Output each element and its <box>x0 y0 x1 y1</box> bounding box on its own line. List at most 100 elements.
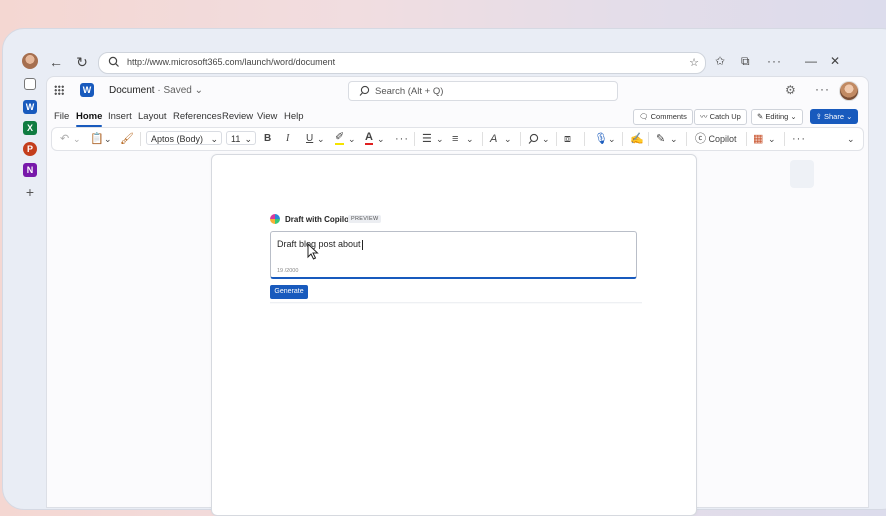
search-icon <box>359 85 370 96</box>
onenote-app-icon[interactable]: N <box>23 163 37 177</box>
app-launcher-icon[interactable] <box>54 85 64 95</box>
tabs-icon[interactable] <box>24 78 36 90</box>
menu-insert[interactable]: Insert <box>108 111 132 122</box>
copilot-prompt-text: Draft blog post about <box>277 239 363 250</box>
catch-up-label: Catch Up <box>709 112 741 121</box>
bold-button[interactable]: B <box>264 132 271 146</box>
ribbon-divider <box>520 132 521 146</box>
character-count: 19 /2000 <box>277 268 299 274</box>
favorites-icon[interactable]: ✩ <box>715 54 725 68</box>
comments-label: Comments <box>650 112 687 121</box>
favorite-star-icon[interactable]: ☆ <box>689 56 699 69</box>
app-search-box[interactable]: Search (Alt + Q) <box>348 81 618 101</box>
ribbon-divider <box>556 132 557 146</box>
powerpoint-app-icon[interactable]: P <box>23 142 37 156</box>
find-icon[interactable] <box>528 133 540 145</box>
ribbon-divider <box>648 132 649 146</box>
preview-badge: PREVIEW <box>348 215 382 223</box>
table-grid-icon[interactable]: ▦ <box>753 132 763 146</box>
editor-icon[interactable]: ✍ <box>630 132 644 146</box>
font-color-dropdown-icon[interactable]: ⌄ <box>377 132 385 146</box>
menu-review[interactable]: Review <box>222 111 253 122</box>
ribbon-divider <box>622 132 623 146</box>
copilot-icon: ⓒ <box>695 133 706 145</box>
chevron-down-icon: ⌄ <box>210 134 218 144</box>
menu-file[interactable]: File <box>54 111 69 122</box>
close-icon[interactable]: ✕ <box>830 54 840 68</box>
paste-dropdown-icon[interactable]: ⌄ <box>104 132 112 146</box>
document-save-status: · Saved ⌄ <box>157 85 203 96</box>
more-options-icon[interactable]: ··· <box>815 82 830 96</box>
font-name-dropdown[interactable]: Aptos (Body) ⌄ <box>146 131 222 145</box>
menu-help[interactable]: Help <box>284 111 304 122</box>
reuse-files-icon[interactable]: ⧈ <box>564 132 571 146</box>
styles-dropdown-icon[interactable]: ⌄ <box>504 132 512 146</box>
menu-references[interactable]: References <box>173 111 222 122</box>
undo-dropdown-icon[interactable]: ⌄ <box>73 132 81 146</box>
align-dropdown-icon[interactable]: ⌄ <box>466 132 474 146</box>
highlight-icon[interactable]: ✐ <box>335 132 345 145</box>
align-icon[interactable]: ≡ <box>452 132 458 146</box>
editing-label: Editing ⌄ <box>765 112 797 121</box>
browser-profile-avatar[interactable] <box>22 53 38 69</box>
gear-icon[interactable]: ⚙ <box>785 83 796 97</box>
back-icon[interactable]: ← <box>47 53 65 71</box>
catch-up-icon: 〰 <box>700 112 708 121</box>
format-painter-icon[interactable]: 🖌 <box>120 132 134 146</box>
ribbon-divider <box>784 132 785 146</box>
ribbon-toolbar: ↶ ⌄ 📋 ⌄ 🖌 Aptos (Body) ⌄ 11 ⌄ B I U ⌄ ✐ … <box>51 127 864 151</box>
share-button[interactable]: ⇪ Share ⌄ <box>810 109 858 124</box>
paste-icon[interactable]: 📋 <box>90 132 104 146</box>
copilot-button[interactable]: ⓒ Copilot <box>695 132 737 146</box>
excel-app-icon[interactable]: X <box>23 121 37 135</box>
menu-layout[interactable]: Layout <box>138 111 167 122</box>
find-dropdown-icon[interactable]: ⌄ <box>542 132 550 146</box>
undo-icon[interactable]: ↶ <box>60 132 69 146</box>
search-placeholder: Search (Alt + Q) <box>375 86 444 97</box>
dictate-dropdown-icon[interactable]: ⌄ <box>608 132 616 146</box>
document-title[interactable]: Document · Saved ⌄ <box>109 85 203 96</box>
user-avatar[interactable] <box>839 81 859 101</box>
panel-shadow <box>270 302 642 304</box>
app-title-bar: W Document · Saved ⌄ Search (Alt + Q) ⚙ … <box>47 77 868 105</box>
highlight-dropdown-icon[interactable]: ⌄ <box>348 132 356 146</box>
menu-view[interactable]: View <box>257 111 277 122</box>
collections-icon[interactable]: ⧉ <box>741 54 750 69</box>
ribbon-divider <box>746 132 747 146</box>
more-ribbon-icon[interactable]: ··· <box>792 132 806 146</box>
add-app-icon[interactable]: + <box>23 185 37 199</box>
ribbon-divider <box>140 132 141 146</box>
catch-up-button[interactable]: 〰 Catch Up <box>694 109 747 125</box>
ribbon-divider <box>482 132 483 146</box>
more-font-options-icon[interactable]: ··· <box>395 132 409 146</box>
italic-button[interactable]: I <box>286 132 289 146</box>
ribbon-divider <box>584 132 585 146</box>
copilot-prompt-input[interactable]: Draft blog post about 19 /2000 <box>270 231 637 279</box>
bullets-icon[interactable]: ☰ <box>422 132 432 146</box>
table-dropdown-icon[interactable]: ⌄ <box>768 132 776 146</box>
editing-mode-button[interactable]: ✎ Editing ⌄ <box>751 109 803 125</box>
mouse-cursor-icon <box>307 243 319 260</box>
document-page[interactable] <box>211 154 697 516</box>
generate-button[interactable]: Generate <box>270 285 308 299</box>
dictate-icon[interactable]: 🎙 <box>594 132 608 146</box>
address-bar[interactable]: http://www.microsoft365.com/launch/word/… <box>98 52 706 74</box>
word-app-icon[interactable]: W <box>23 100 37 114</box>
search-icon <box>108 56 119 67</box>
underline-button[interactable]: U <box>306 132 313 146</box>
font-color-icon[interactable]: A <box>365 132 373 145</box>
font-size-dropdown[interactable]: 11 ⌄ <box>226 131 256 145</box>
url-text: http://www.microsoft365.com/launch/word/… <box>127 57 336 67</box>
underline-dropdown-icon[interactable]: ⌄ <box>317 132 325 146</box>
minimize-icon[interactable]: — <box>805 54 817 68</box>
expand-ribbon-icon[interactable]: ⌄ <box>847 132 855 146</box>
designer-dropdown-icon[interactable]: ⌄ <box>670 132 678 146</box>
comments-button[interactable]: 🗨 Comments <box>633 109 693 125</box>
designer-icon[interactable]: ✎ <box>656 132 665 146</box>
refresh-icon[interactable]: ↻ <box>73 53 91 71</box>
browser-more-icon[interactable]: ··· <box>767 54 782 68</box>
styles-icon[interactable]: A <box>490 132 497 146</box>
bullets-dropdown-icon[interactable]: ⌄ <box>436 132 444 146</box>
menu-home[interactable]: Home <box>76 111 103 127</box>
comment-icon: 🗨 <box>639 112 649 121</box>
